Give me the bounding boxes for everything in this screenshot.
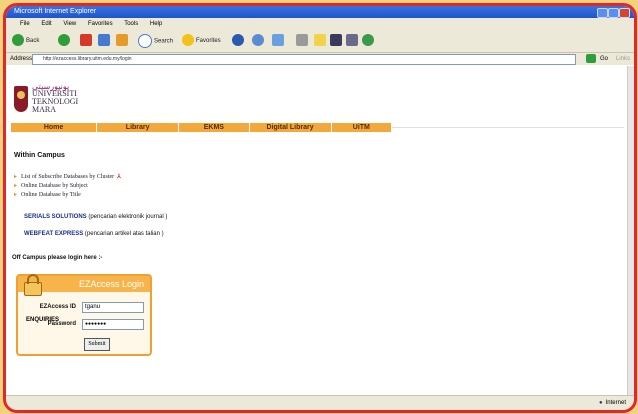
nav-ekms[interactable]: EKMS — [179, 123, 250, 132]
print-button[interactable] — [296, 34, 310, 48]
favorites-button[interactable]: Favorites — [182, 34, 221, 48]
research-button[interactable] — [330, 34, 344, 48]
webfeat-express-row: WEBFEAT EXPRESS (pencarian artikel atas … — [24, 231, 164, 237]
serials-solutions-link[interactable]: SERIALS SOLUTIONS — [24, 214, 87, 220]
messenger-button[interactable] — [362, 34, 376, 48]
menu-view[interactable]: View — [63, 21, 76, 27]
maximize-button[interactable] — [608, 8, 619, 18]
history-button[interactable] — [252, 34, 266, 48]
within-campus-heading: Within Campus — [14, 152, 65, 159]
serials-solutions-row: SERIALS SOLUTIONS (pencarian elektronik … — [24, 214, 167, 220]
pdf-icon[interactable]: ⅄ — [117, 174, 121, 180]
stop-button[interactable] — [80, 34, 94, 48]
menu-bar: File Edit View Favorites Tools Help — [6, 18, 634, 30]
menu-help[interactable]: Help — [150, 21, 162, 27]
page-content: ﯾﻮﻧﯿﻮﺭﺳﯿﺘﻲ UNIVERSITI TEKNOLOGI MARA Hom… — [6, 66, 634, 396]
ezaccess-id-label: EZAccess ID — [39, 304, 76, 310]
crest-icon — [14, 86, 28, 112]
list-item: ▸ Online Database by Subject — [14, 182, 121, 191]
toolbar: Back Search Favorites — [6, 30, 634, 53]
folder-icon — [314, 34, 326, 47]
home-button[interactable] — [116, 34, 130, 48]
nav-uitm[interactable]: UiTM — [332, 123, 391, 132]
menu-edit[interactable]: Edit — [41, 21, 51, 27]
status-bar: Internet — [6, 395, 634, 410]
off-campus-heading: Off Campus please login here :- — [12, 255, 103, 261]
tools-icon — [346, 34, 358, 47]
submit-button[interactable]: Submit — [84, 338, 110, 351]
tools-button[interactable] — [346, 34, 360, 48]
forward-button[interactable] — [58, 34, 72, 48]
search-icon — [138, 34, 152, 48]
bullet-icon: ▸ — [14, 192, 18, 198]
refresh-icon — [98, 34, 110, 47]
forward-arrow-icon — [58, 34, 70, 47]
star-icon — [182, 34, 194, 47]
webfeat-express-link[interactable]: WEBFEAT EXPRESS — [24, 231, 83, 237]
enquiries-heading: ENQUIRIES — [26, 317, 60, 323]
media-icon — [232, 34, 244, 47]
home-icon — [116, 34, 128, 47]
address-input[interactable]: http://ezaccess.library.uitm.edu.my/logi… — [32, 54, 576, 65]
print-icon — [296, 34, 308, 47]
menu-tools[interactable]: Tools — [124, 21, 138, 27]
mail-button[interactable] — [272, 34, 286, 48]
login-title: EZAccess Login — [78, 279, 144, 289]
nav-digital-library[interactable]: Digital Library — [250, 123, 332, 132]
browser-window: Microsoft Internet Explorer File Edit Vi… — [3, 3, 637, 413]
ezaccess-id-input[interactable]: tganu — [82, 302, 144, 313]
db-link-cluster[interactable]: List of Subscribe Databases by Cluster — [21, 174, 114, 180]
back-arrow-icon — [12, 34, 24, 47]
divider — [392, 127, 624, 128]
menu-favorites[interactable]: Favorites — [88, 21, 113, 27]
uitm-logo[interactable]: ﯾﻮﻧﯿﻮﺭﺳﯿﺘﻲ UNIVERSITI TEKNOLOGI MARA — [14, 80, 104, 126]
list-item: ▸ List of Subscribe Databases by Cluster ⅄ — [14, 173, 121, 182]
main-nav: Home Library EKMS Digital Library UiTM — [11, 123, 391, 132]
search-button[interactable]: Search — [138, 34, 173, 48]
address-label: Address — [10, 56, 33, 62]
folder-button[interactable] — [314, 34, 328, 48]
nav-library[interactable]: Library — [97, 123, 180, 132]
bullet-icon: ▸ — [14, 174, 18, 180]
padlock-icon — [24, 274, 42, 296]
logo-text: UNIVERSITI TEKNOLOGI MARA — [32, 89, 79, 114]
bullet-icon: ▸ — [14, 183, 18, 189]
security-zone: Internet — [599, 396, 626, 410]
password-input[interactable]: ●●●●●●● — [82, 319, 144, 330]
refresh-button[interactable] — [98, 34, 112, 48]
links-button[interactable]: Links — [616, 53, 630, 65]
title-bar: Microsoft Internet Explorer — [6, 6, 634, 18]
minimize-button[interactable] — [597, 8, 608, 18]
menu-file[interactable]: File — [20, 21, 30, 27]
history-icon — [252, 34, 264, 47]
db-link-title[interactable]: Online Database by Title — [21, 192, 81, 198]
go-button[interactable]: Go — [600, 53, 608, 65]
serials-solutions-desc: (pencarian elektronik journal ) — [88, 214, 168, 220]
db-link-subject[interactable]: Online Database by Subject — [21, 183, 88, 189]
stop-icon — [80, 34, 92, 47]
webfeat-express-desc: (pencarian artikel atas talian ) — [84, 231, 164, 237]
list-item: ▸ Online Database by Title — [14, 191, 121, 200]
go-icon[interactable] — [586, 54, 596, 63]
back-button[interactable]: Back — [12, 34, 39, 48]
login-box: EZAccess Login EZAccess ID tganu Passwor… — [16, 274, 152, 356]
mail-icon — [272, 34, 284, 47]
close-button[interactable] — [619, 8, 630, 18]
window-title: Microsoft Internet Explorer — [14, 8, 97, 15]
database-list: ▸ List of Subscribe Databases by Cluster ⅄… — [14, 173, 121, 200]
address-bar: Address http://ezaccess.library.uitm.edu… — [6, 53, 634, 65]
research-icon — [330, 34, 342, 47]
media-button[interactable] — [232, 34, 246, 48]
messenger-icon — [362, 34, 374, 47]
vertical-scrollbar[interactable] — [627, 66, 634, 396]
nav-home[interactable]: Home — [11, 123, 98, 132]
